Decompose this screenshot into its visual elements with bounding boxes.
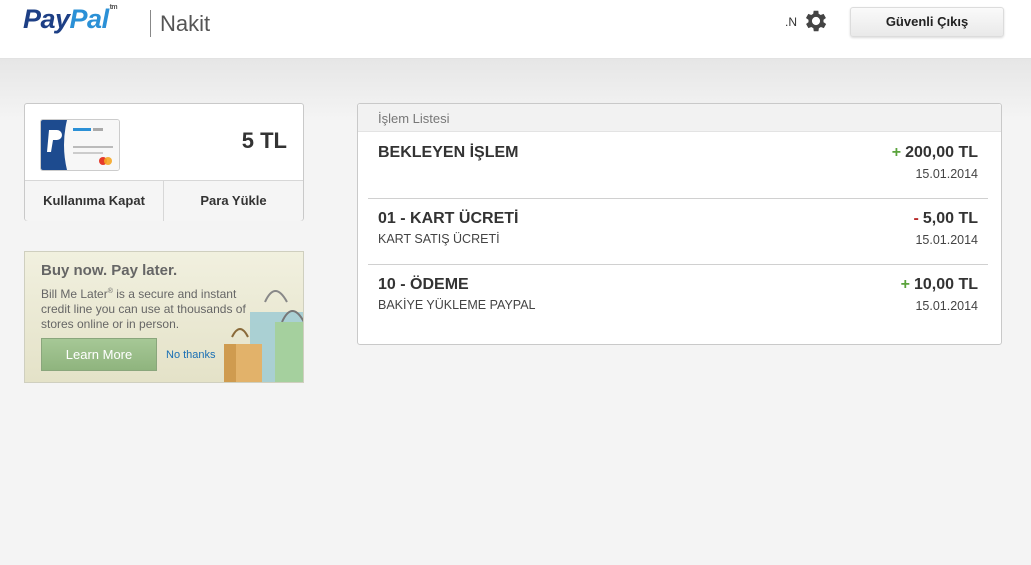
shopping-bags-icon: [224, 290, 303, 382]
amount-sign: +: [900, 276, 910, 293]
no-thanks-link[interactable]: No thanks: [166, 349, 216, 361]
logo-pay: Pay: [23, 4, 70, 34]
secure-logout-button[interactable]: Güvenli Çıkış: [850, 7, 1004, 37]
gear-icon[interactable]: [802, 7, 830, 35]
transaction-amount: -5,00 TL: [914, 210, 978, 228]
learn-more-button[interactable]: Learn More: [41, 338, 157, 371]
balance-actions: Kullanıma Kapat Para Yükle: [25, 180, 303, 221]
user-initial: .N: [785, 15, 797, 29]
product-name: Nakit: [160, 11, 211, 36]
paypal-logo[interactable]: PayPaltm: [23, 4, 118, 35]
transaction-amount: +10,00 TL: [901, 276, 978, 294]
amount-sign: -: [913, 210, 919, 227]
transaction-list-header: İşlem Listesi: [358, 104, 1001, 132]
transaction-name: 10 - ÖDEME: [378, 276, 469, 293]
transaction-detail: KART SATIŞ ÜCRETİ: [378, 232, 500, 246]
top-header: PayPaltm Nakit .N Güvenli Çıkış: [0, 0, 1031, 59]
transaction-date: 15.01.2014: [915, 299, 978, 313]
bill-me-later-ad: Buy now. Pay later. Bill Me Later® is a …: [24, 251, 304, 383]
transaction-name: BEKLEYEN İŞLEM: [378, 144, 519, 161]
ad-title: Buy now. Pay later.: [41, 262, 178, 279]
load-money-button[interactable]: Para Yükle: [164, 181, 303, 221]
logo-tm: tm: [109, 4, 118, 11]
balance-amount: 5 TL: [241, 128, 287, 153]
transaction-row[interactable]: 01 - KART ÜCRETİ KART SATIŞ ÜCRETİ -5,00…: [368, 198, 988, 265]
prepaid-card-image: [40, 119, 120, 171]
transaction-amount: +200,00 TL: [892, 144, 978, 162]
logo-divider: [150, 10, 151, 37]
transaction-row[interactable]: BEKLEYEN İŞLEM +200,00 TL 15.01.2014: [368, 132, 988, 199]
balance-panel: 5 TL Kullanıma Kapat Para Yükle: [24, 103, 304, 221]
amount-sign: +: [891, 144, 902, 161]
transaction-list-panel: İşlem Listesi BEKLEYEN İŞLEM +200,00 TL …: [357, 103, 1002, 345]
ad-brand: Bill Me Later: [41, 287, 108, 301]
amount-value: 200,00 TL: [905, 144, 978, 161]
transaction-detail: BAKİYE YÜKLEME PAYPAL: [378, 298, 536, 312]
transaction-date: 15.01.2014: [915, 233, 978, 247]
disable-card-button[interactable]: Kullanıma Kapat: [25, 181, 164, 221]
amount-value: 10,00 TL: [913, 276, 978, 293]
transaction-row[interactable]: 10 - ÖDEME BAKİYE YÜKLEME PAYPAL +10,00 …: [368, 264, 988, 330]
logo-pal: Pal: [69, 4, 110, 34]
transaction-list-title: İşlem Listesi: [378, 111, 450, 126]
transaction-date: 15.01.2014: [915, 167, 978, 181]
amount-value: 5,00 TL: [922, 210, 978, 227]
transaction-name: 01 - KART ÜCRETİ: [378, 210, 519, 227]
